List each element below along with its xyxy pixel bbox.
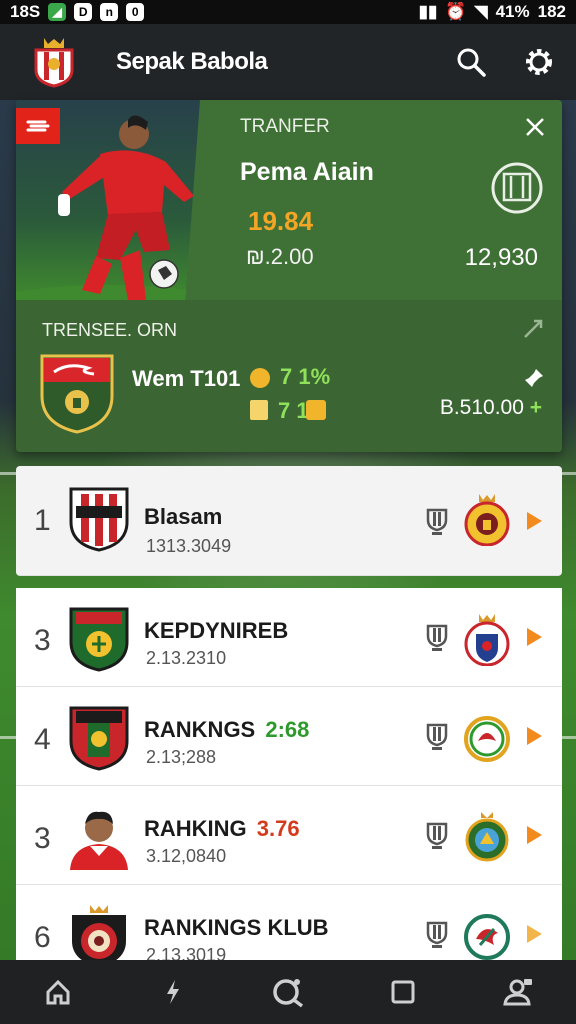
transfer-tag-icon — [26, 120, 50, 132]
club-title-text: RAHKING — [144, 816, 247, 841]
opponent-crest-icon — [464, 716, 510, 762]
club-crest-icon — [69, 706, 129, 771]
notification-icon-3: 0 — [126, 3, 145, 21]
transfer-value: 12,930 — [464, 244, 538, 271]
expand-icon[interactable] — [522, 318, 544, 340]
club-points: 2.13;288 — [146, 747, 217, 767]
search-button[interactable] — [454, 45, 488, 79]
coin-icon — [250, 368, 270, 388]
club-title: KEPDYNIREB — [144, 618, 288, 644]
opponent-crest-icon — [464, 914, 510, 960]
club-title-text: Blasam — [144, 504, 223, 529]
opponent-crest-icon — [464, 494, 510, 546]
club-points: 1313.3049 — [146, 536, 232, 556]
arrow-right-icon[interactable] — [524, 824, 544, 846]
transfer-card[interactable]: TRANFER Pema Aiain 19.84 ₪.2.00 12,930 T… — [16, 100, 562, 452]
ranking-list: 1 Blasam 1313.3049 3 KEPDYNIREB 2.13.231… — [16, 466, 562, 984]
signal-icon: ▮▮ — [418, 2, 438, 21]
player-avatar — [70, 811, 128, 870]
section-label: TRENSEE. ORN — [42, 320, 178, 340]
ranking-row[interactable]: 3 KEPDYNIREB 2.13.2310 — [16, 588, 562, 687]
arrow-right-icon[interactable] — [524, 626, 544, 648]
arrow-right-icon[interactable] — [524, 923, 544, 945]
transfer-fee-value: B.510.00 — [439, 396, 524, 419]
rank-number: 4 — [34, 723, 51, 756]
status-bar: 18S ◢ D n 0 ▮▮ ⏰ ◥ 41% 182 — [0, 0, 576, 24]
notification-icon-2: n — [100, 3, 119, 21]
opponent-crest-icon — [464, 614, 510, 666]
search-icon — [457, 48, 486, 77]
nav-home[interactable] — [41, 975, 75, 1009]
club-crest-icon — [491, 162, 543, 214]
rank-number: 1 — [34, 504, 51, 537]
transfer-details: TRENSEE. ORN Wem T101 7 1% 7 1 B.510.00 … — [16, 300, 562, 452]
plus-icon: + — [529, 396, 542, 419]
nav-matches[interactable] — [386, 975, 420, 1009]
club-name: Wem T101 — [132, 366, 241, 391]
nav-search[interactable] — [271, 975, 305, 1009]
transfer-price: 19.84 — [248, 206, 314, 236]
club-title-text: KEPDYNIREB — [144, 618, 289, 643]
club-crest-icon — [69, 607, 129, 672]
profile-icon — [503, 979, 533, 1006]
transfer-fee: B.510.00 + — [440, 396, 542, 420]
club-title: RANKINGS KLUB — [144, 915, 329, 941]
notification-icon: D — [74, 3, 93, 21]
trophy-icon — [426, 508, 448, 535]
transfer-label: TRANFER — [240, 116, 330, 137]
club-score: 2:68 — [265, 717, 310, 742]
trophy-icon — [426, 921, 448, 948]
bottom-navigation — [0, 960, 576, 1024]
nav-transfers[interactable] — [156, 975, 190, 1009]
app-notification-icon: ◢ — [48, 3, 67, 21]
app-bar: Sepak Babola — [0, 24, 576, 100]
ranking-row[interactable]: 1 Blasam 1313.3049 — [16, 466, 562, 576]
club-crest-icon — [69, 487, 129, 552]
arrow-right-icon[interactable] — [524, 725, 544, 747]
club-title: RAHKING 3.76 — [144, 816, 300, 842]
trophy-icon — [426, 624, 448, 651]
pin-icon[interactable] — [522, 366, 546, 390]
club-points: 3.12,0840 — [146, 846, 227, 866]
club-title-text: RANKINGS KLUB — [144, 915, 329, 940]
ranking-row[interactable]: 3 RAHKING 3.76 3.12,0840 — [16, 786, 562, 885]
square-icon — [391, 980, 415, 1004]
rank-number: 3 — [34, 624, 51, 657]
arrow-right-icon[interactable] — [524, 510, 544, 532]
transfer-sub-price: ₪.2.00 — [246, 244, 314, 269]
alarm-icon: ⏰ — [445, 2, 467, 21]
club-score: 3.76 — [256, 816, 300, 841]
gear-icon — [526, 49, 552, 75]
close-icon[interactable] — [522, 114, 548, 140]
trophy-icon — [426, 822, 448, 849]
rank-number: 6 — [34, 921, 51, 954]
card-icon — [250, 400, 268, 420]
club-stat-2: 7 1 — [278, 398, 309, 423]
status-left-text: 18S — [10, 2, 41, 21]
club-points: 2.13.2310 — [146, 648, 227, 668]
club-stat: 7 1% — [280, 364, 331, 389]
club-title: Blasam — [144, 504, 222, 530]
home-icon — [46, 979, 70, 1005]
opponent-crest-icon — [465, 812, 509, 862]
club-title-text: RANKNGS — [144, 717, 256, 742]
transfer-tag — [16, 108, 60, 144]
lightning-icon — [166, 980, 179, 1004]
rank-number: 3 — [34, 822, 51, 855]
transfer-card-header: TRANFER Pema Aiain 19.84 ₪.2.00 12,930 — [16, 100, 562, 300]
trophy-icon — [426, 723, 448, 750]
club-shield-icon — [40, 354, 114, 434]
app-title: Sepak Babola — [116, 48, 268, 75]
player-name: Pema Aiain — [240, 158, 374, 186]
battery-text: 41% — [495, 2, 530, 21]
clock: 182 — [537, 2, 566, 21]
nav-profile[interactable] — [501, 975, 535, 1009]
scout-icon — [273, 979, 304, 1008]
settings-button[interactable] — [522, 45, 556, 79]
wifi-icon: ◥ — [474, 2, 488, 21]
coin-icon-2 — [306, 400, 326, 420]
app-logo-icon — [34, 38, 74, 88]
ranking-row[interactable]: 4 RANKNGS 2:68 2.13;288 — [16, 687, 562, 786]
club-title: RANKNGS 2:68 — [144, 717, 309, 743]
